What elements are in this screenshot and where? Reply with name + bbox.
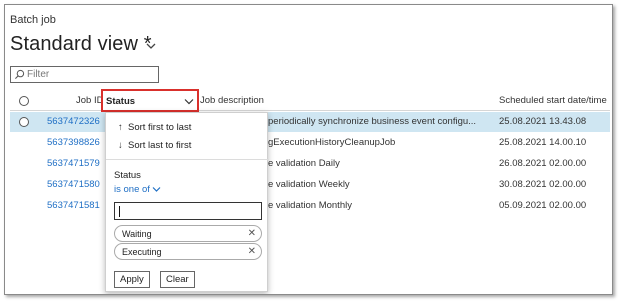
filter-operator-label: is one of [114,184,150,195]
job-id-link[interactable]: 5637471579 [47,158,100,169]
arrow-down-icon: ↓ [118,140,123,151]
chip-label: Executing [122,247,162,257]
filter-chip-waiting: Waiting ✕ [114,225,262,242]
job-id-link[interactable]: 5637471581 [47,200,100,211]
close-icon[interactable]: ✕ [248,228,256,239]
job-id-link[interactable]: 5637472326 [47,116,100,127]
table-row[interactable]: 5637472326 periodically synchronize busi… [10,112,610,132]
chevron-down-icon[interactable] [184,97,194,106]
filter-value-input[interactable] [114,202,262,220]
job-description-cell: gExecutionHistoryCleanupJob [268,137,396,148]
job-description-cell: e validation Daily [268,158,340,169]
column-header-status[interactable]: Status [101,89,199,112]
text-caret [119,206,120,217]
chevron-down-icon[interactable] [145,41,157,51]
grid-header: Job ID Job description Scheduled start d… [10,91,610,111]
clear-button[interactable]: Clear [160,271,195,288]
scheduled-start-cell: 25.08.2021 14.00.10 [499,137,587,148]
table-row[interactable]: 5637471579 e validation Daily 26.08.2021… [10,154,610,174]
column-header-scheduled-start[interactable]: Scheduled start date/time [499,95,607,106]
filter-input[interactable]: Filter [10,66,159,83]
filter-placeholder: Filter [27,69,50,80]
divider [106,159,269,160]
job-description-cell: e validation Monthly [268,200,352,211]
scheduled-start-cell: 05.09.2021 02.00.00 [499,200,587,211]
select-all-radio[interactable] [19,96,29,106]
search-icon [14,69,25,80]
job-description-cell: periodically synchronize business event … [268,116,477,127]
close-icon[interactable]: ✕ [248,246,256,257]
scheduled-start-cell: 25.08.2021 13.43.08 [499,116,587,127]
scheduled-start-cell: 30.08.2021 02.00.00 [499,179,587,190]
chip-label: Waiting [122,229,152,239]
view-title[interactable]: Standard view * [10,33,152,56]
filter-field-label: Status [114,170,141,181]
sort-last-to-first-label: Sort last to first [128,140,192,151]
sort-first-to-last-label: Sort first to last [128,122,192,133]
job-description-cell: e validation Weekly [268,179,350,190]
sort-first-to-last-item[interactable]: ↑ Sort first to last [118,122,191,133]
column-header-job-id[interactable]: Job ID [76,95,103,106]
job-id-link[interactable]: 5637398826 [47,137,100,148]
filter-chip-executing: Executing ✕ [114,243,262,260]
apply-button[interactable]: Apply [114,271,150,288]
row-select-radio[interactable] [19,117,29,127]
chevron-down-icon [152,187,161,192]
table-row[interactable]: 5637471581 e validation Monthly 05.09.20… [10,196,610,216]
arrow-up-icon: ↑ [118,122,123,133]
status-header-label: Status [106,96,136,107]
scheduled-start-cell: 26.08.2021 02.00.00 [499,158,587,169]
job-id-link[interactable]: 5637471580 [47,179,100,190]
table-row[interactable]: 5637471580 e validation Weekly 30.08.202… [10,175,610,195]
table-row[interactable]: 5637398826 gExecutionHistoryCleanupJob 2… [10,133,610,153]
filter-operator-select[interactable]: is one of [114,184,161,195]
column-header-job-description[interactable]: Job description [200,95,264,106]
batch-job-window: Batch job Standard view * Filter Job ID … [4,4,613,295]
sort-last-to-first-item[interactable]: ↓ Sort last to first [118,140,191,151]
status-filter-dropdown: ↑ Sort first to last ↓ Sort last to first … [105,112,269,292]
page-caption: Batch job [10,14,56,26]
